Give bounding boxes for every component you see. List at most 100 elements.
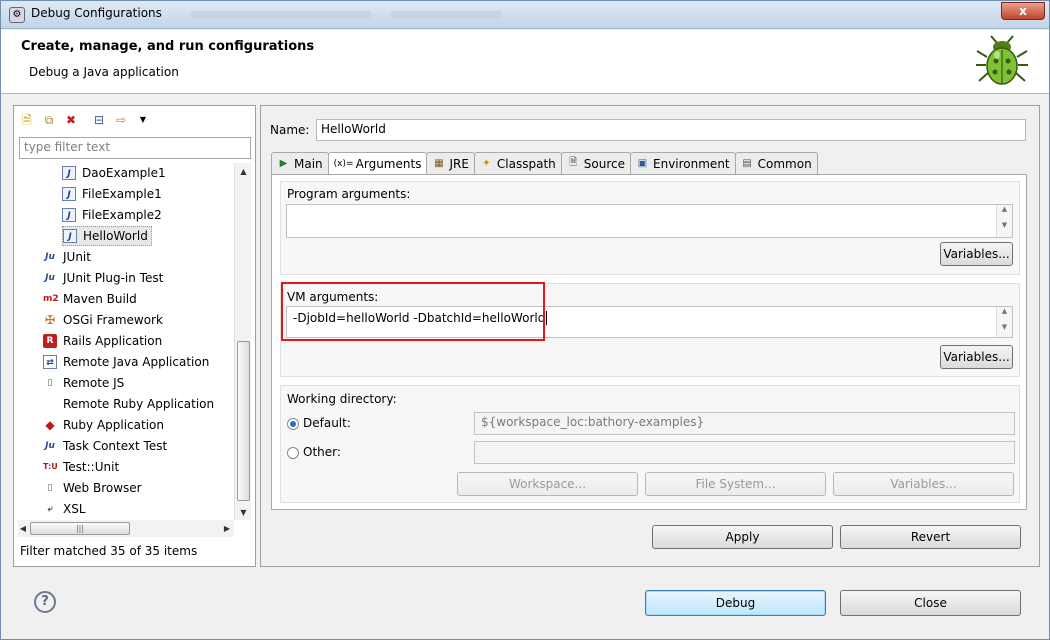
- collapse-all-icon[interactable]: ⊟: [90, 111, 108, 129]
- jre-tab-icon: ▦: [434, 158, 444, 169]
- remote-java-icon: ⇄: [43, 355, 57, 369]
- main-tab-icon: ▶: [279, 158, 288, 169]
- tree-item-task-context-test[interactable]: Ju Task Context Test: [43, 436, 167, 456]
- classpath-tab-icon: ✦: [482, 158, 491, 169]
- help-icon[interactable]: ?: [34, 591, 56, 613]
- default-radio[interactable]: [287, 418, 299, 430]
- delete-icon[interactable]: ✖: [62, 111, 80, 129]
- rails-icon: R: [43, 334, 57, 348]
- tree-item-web-browser[interactable]: ▯ Web Browser: [43, 478, 142, 498]
- source-tab-icon: 🗎: [569, 157, 578, 168]
- tree-horizontal-scrollbar[interactable]: ◀ ||| ▶: [18, 520, 234, 537]
- tree-item-remote-ruby-application[interactable]: Remote Ruby Application: [63, 394, 214, 414]
- config-tabs: ▶ Main (x)= Arguments ▦ JRE ✦ Classpath 🗎 Sou…: [271, 152, 818, 175]
- arguments-tab-icon: (x)=: [333, 159, 354, 169]
- new-config-icon[interactable]: 🗎: [18, 111, 36, 129]
- scroll-up-icon[interactable]: ▲: [235, 167, 252, 176]
- file-system-button[interactable]: File System...: [645, 472, 826, 496]
- textarea-scrollbar[interactable]: ▲ ▼: [996, 307, 1012, 337]
- tab-arguments[interactable]: (x)= Arguments: [327, 152, 428, 175]
- test-unit-icon: T:U: [43, 462, 58, 471]
- workdir-variables-button[interactable]: Variables...: [833, 472, 1014, 496]
- revert-button[interactable]: Revert: [840, 525, 1021, 549]
- textarea-scrollbar[interactable]: ▲ ▼: [996, 205, 1012, 237]
- tree-item-osgi-framework[interactable]: ✠ OSGi Framework: [43, 310, 163, 330]
- title-bar: ⚙ Debug Configurations x: [1, 1, 1049, 29]
- other-radio[interactable]: [287, 447, 299, 459]
- tree-item-test-unit[interactable]: T:U Test::Unit: [43, 457, 119, 477]
- scroll-right-icon[interactable]: ▶: [222, 524, 232, 533]
- tree-item-junit-plugin-test[interactable]: Ju JUnit Plug-in Test: [43, 268, 163, 288]
- tree-item-daoexample1[interactable]: J DaoExample1: [62, 163, 166, 183]
- java-class-icon: J: [62, 187, 76, 201]
- filter-input[interactable]: type filter text: [19, 137, 251, 159]
- debug-button[interactable]: Debug: [645, 590, 826, 616]
- vm-variables-button[interactable]: Variables...: [940, 345, 1013, 369]
- configuration-list-panel: 🗎 ⧉ ✖ ⊟ ⇨ ▼ type filter text J DaoExample…: [13, 105, 256, 567]
- tree-item-helloworld[interactable]: J HelloWorld: [62, 226, 152, 246]
- window-close-button[interactable]: x: [1001, 2, 1045, 20]
- tree-item-junit[interactable]: Ju JUnit: [43, 247, 91, 267]
- config-toolbar: 🗎 ⧉ ✖ ⊟ ⇨ ▼: [18, 110, 152, 130]
- maven-icon: m2: [43, 294, 59, 304]
- tree-vertical-scrollbar[interactable]: ▲ ▼: [234, 163, 251, 520]
- header-subtitle: Debug a Java application: [29, 65, 179, 79]
- tab-classpath[interactable]: ✦ Classpath: [473, 152, 562, 174]
- tree-item-ruby-application[interactable]: ◆ Ruby Application: [43, 415, 164, 435]
- program-arguments-textarea[interactable]: ▲ ▼: [286, 204, 1013, 238]
- bug-icon: [976, 35, 1028, 85]
- environment-tab-icon: ▣: [637, 158, 648, 169]
- text-cursor: [546, 311, 548, 325]
- default-label: Default:: [303, 416, 351, 430]
- task-context-icon: Ju: [45, 441, 55, 451]
- working-directory-label: Working directory:: [287, 392, 397, 406]
- name-input[interactable]: HelloWorld: [316, 119, 1026, 141]
- highlight-box: [281, 282, 545, 341]
- tree-item-remote-java-application[interactable]: ⇄ Remote Java Application: [43, 352, 209, 372]
- junit-plugin-icon: Ju: [45, 273, 55, 283]
- tab-jre[interactable]: ▦ JRE: [426, 152, 475, 174]
- scroll-left-icon[interactable]: ◀: [18, 524, 28, 533]
- filter-icon[interactable]: ⇨: [112, 111, 130, 129]
- filter-status: Filter matched 35 of 35 items: [20, 544, 198, 558]
- debug-configurations-dialog: ⚙ Debug Configurations x Create, manage,…: [0, 0, 1050, 640]
- header-title: Create, manage, and run configurations: [21, 39, 315, 54]
- apply-button[interactable]: Apply: [652, 525, 833, 549]
- tree-item-rails-application[interactable]: R Rails Application: [43, 331, 162, 351]
- window-title: Debug Configurations: [31, 6, 162, 20]
- junit-icon: Ju: [45, 252, 55, 262]
- scroll-thumb[interactable]: [237, 341, 250, 501]
- java-class-icon: J: [62, 208, 76, 222]
- other-directory-field: [474, 441, 1015, 464]
- program-arguments-label: Program arguments:: [287, 187, 411, 201]
- xsl-icon: ⤶: [47, 504, 53, 514]
- tree-item-maven-build[interactable]: m2 Maven Build: [43, 289, 137, 309]
- java-class-icon: J: [63, 229, 77, 243]
- tree-item-fileexample2[interactable]: J FileExample2: [62, 205, 162, 225]
- program-arguments-group: Program arguments: ▲ ▼ Variables...: [280, 181, 1020, 275]
- tab-environment[interactable]: ▣ Environment: [630, 152, 736, 174]
- program-variables-button[interactable]: Variables...: [940, 242, 1013, 266]
- tab-main[interactable]: ▶ Main: [271, 152, 329, 174]
- working-directory-group: Working directory: Default: ${workspace_…: [280, 385, 1020, 503]
- background-tab-ghost: [391, 11, 501, 19]
- dropdown-icon[interactable]: ▼: [134, 111, 152, 129]
- scroll-thumb[interactable]: |||: [30, 522, 130, 535]
- tab-common[interactable]: ▤ Common: [734, 152, 818, 174]
- duplicate-icon[interactable]: ⧉: [40, 111, 58, 129]
- tree-item-fileexample1[interactable]: J FileExample1: [62, 184, 162, 204]
- close-button[interactable]: Close: [840, 590, 1021, 616]
- tab-source[interactable]: 🗎 Source: [560, 152, 631, 174]
- name-label: Name:: [270, 123, 310, 137]
- tree-item-remote-js[interactable]: ▯ Remote JS: [43, 373, 125, 393]
- scroll-down-icon[interactable]: ▼: [235, 508, 252, 517]
- web-browser-icon: ▯: [47, 483, 53, 493]
- debug-window-icon: ⚙: [9, 7, 25, 23]
- common-tab-icon: ▤: [742, 158, 752, 169]
- configuration-tree: J DaoExample1 J FileExample1 J FileExample2…: [14, 163, 233, 520]
- ruby-icon: ◆: [45, 418, 55, 432]
- java-class-icon: J: [62, 166, 76, 180]
- osgi-icon: ✠: [44, 313, 56, 327]
- workspace-button[interactable]: Workspace...: [457, 472, 638, 496]
- tree-item-xsl[interactable]: ⤶ XSL: [43, 499, 85, 519]
